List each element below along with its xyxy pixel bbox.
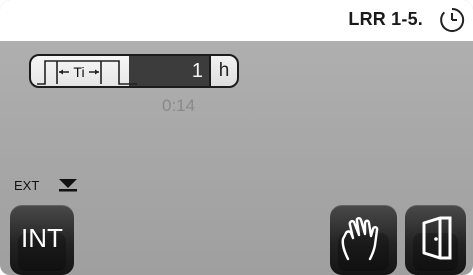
screen: LRR 1-5. Ti 1 h 0:14 EXT INT xyxy=(0,0,473,275)
manual-button[interactable] xyxy=(330,205,397,275)
hand-icon xyxy=(341,217,379,261)
exit-door-icon xyxy=(422,216,452,260)
elapsed-time: 0:14 xyxy=(162,96,196,115)
unit-box: h xyxy=(209,56,237,86)
exit-button[interactable] xyxy=(405,205,466,275)
parameter-unit: h xyxy=(218,60,230,81)
int-button[interactable]: INT xyxy=(10,205,74,275)
time-interval-control[interactable]: Ti 1 h xyxy=(29,54,239,88)
device-title: LRR 1-5. xyxy=(348,9,423,29)
ext-label: EXT xyxy=(14,178,40,193)
parameter-value: 1 xyxy=(191,60,203,82)
header-bar: LRR 1-5. xyxy=(0,0,473,41)
int-button-label: INT xyxy=(21,223,63,253)
triangle-down-icon xyxy=(59,179,77,192)
time-interval-icon: Ti xyxy=(37,60,137,85)
time-interval-symbol-label: Ti xyxy=(73,64,84,80)
clock-icon xyxy=(440,7,465,32)
